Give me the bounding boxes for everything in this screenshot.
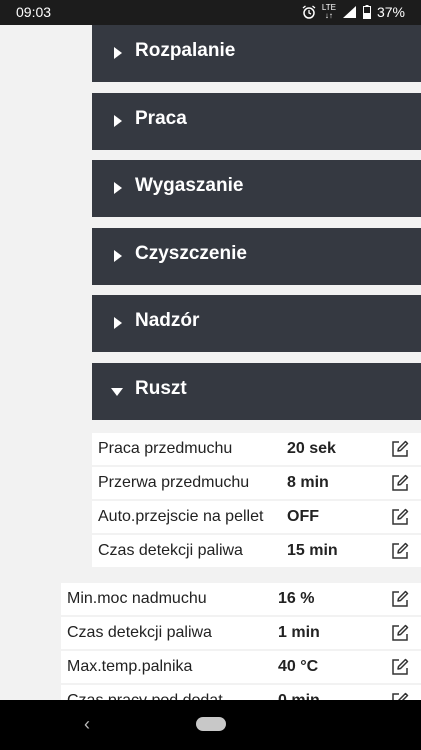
triangle-right-icon [114,182,122,194]
edit-icon[interactable] [390,439,410,459]
param-row-praca-przedmuchu: Praca przedmuchu 20 sek [92,433,421,465]
triangle-right-icon [114,47,122,59]
alarm-icon [302,5,316,19]
param-row-czas-detekcji-paliwa: Czas detekcji paliwa 1 min [61,617,421,649]
signal-icon [342,6,356,18]
section-title: Czyszczenie [135,243,247,264]
status-icons: LTE ↓↑ 37% [302,4,405,20]
param-row-czas-detekcji: Czas detekcji paliwa 15 min [92,535,421,567]
param-row-przerwa-przedmuchu: Przerwa przedmuchu 8 min [92,467,421,499]
param-label: Praca przedmuchu [98,440,233,457]
param-value: 15 min [287,542,338,559]
settings-content: Rozpalanie Praca Wygaszanie Czyszczenie … [0,25,421,700]
edit-icon[interactable] [390,691,410,700]
param-value: OFF [287,508,319,525]
param-row-czas-pracy-pod-dodat: Czas pracy pod dodat. 0 min [61,685,421,700]
section-title: Rozpalanie [135,40,236,61]
edit-icon[interactable] [390,473,410,493]
param-label: Przerwa przedmuchu [98,474,250,491]
section-title: Wygaszanie [135,175,244,196]
param-row-max-temp-palnika: Max.temp.palnika 40 °C [61,651,421,683]
param-value: 0 min [278,692,320,700]
param-label: Auto.przejscie na pellet [98,508,264,525]
section-nadzor[interactable]: Nadzór [92,295,421,352]
battery-icon [362,5,371,19]
triangle-right-icon [114,115,122,127]
edit-icon[interactable] [390,623,410,643]
status-bar: 09:03 LTE ↓↑ 37% [0,0,421,25]
section-title: Praca [135,108,187,129]
triangle-right-icon [114,250,122,262]
param-value: 40 °C [278,658,319,675]
edit-icon[interactable] [390,589,410,609]
triangle-down-icon [111,388,123,396]
param-value: 20 sek [287,440,336,457]
param-value: 8 min [287,474,329,491]
edit-icon[interactable] [390,657,410,677]
battery-level: 37% [376,4,405,20]
home-button[interactable] [196,717,226,731]
param-label: Max.temp.palnika [67,658,193,675]
back-icon[interactable]: ‹ [84,714,90,735]
edit-icon[interactable] [390,507,410,527]
section-title: Nadzór [135,310,200,331]
param-value: 16 % [278,590,315,607]
param-label: Min.moc nadmuchu [67,590,207,607]
param-value: 1 min [278,624,320,641]
edit-icon[interactable] [390,541,410,561]
network-indicator: LTE ↓↑ [322,4,336,20]
param-row-auto-przejscie: Auto.przejscie na pellet OFF [92,501,421,533]
section-wygaszanie[interactable]: Wygaszanie [92,160,421,217]
navigation-bar: ‹ [0,700,421,750]
section-czyszczenie[interactable]: Czyszczenie [92,228,421,285]
section-title: Ruszt [135,378,187,399]
param-label: Czas detekcji paliwa [67,624,212,641]
triangle-right-icon [114,317,122,329]
status-time: 09:03 [16,4,52,20]
param-label: Czas detekcji paliwa [98,542,243,559]
section-rozpalanie[interactable]: Rozpalanie [92,25,421,82]
param-label: Czas pracy pod dodat. [67,692,227,700]
section-praca[interactable]: Praca [92,93,421,150]
section-ruszt[interactable]: Ruszt [92,363,421,420]
data-arrows-icon: ↓↑ [324,11,333,20]
param-row-min-moc-nadmuchu: Min.moc nadmuchu 16 % [61,583,421,615]
